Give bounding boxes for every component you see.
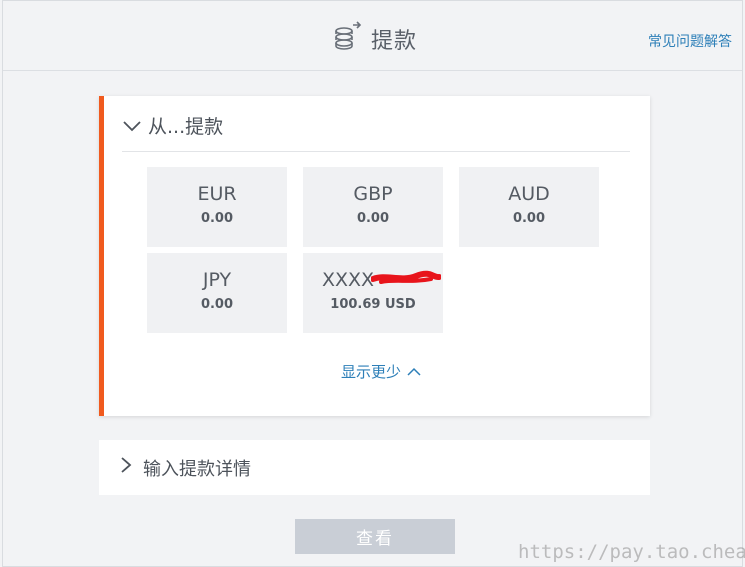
currency-tile-xxxx[interactable]: XXXX 100.69 USD xyxy=(303,253,443,333)
withdraw-from-title: 从...提款 xyxy=(148,116,224,138)
currency-tile-eur[interactable]: EUR 0.00 xyxy=(147,167,287,247)
currency-code: EUR xyxy=(197,183,237,205)
currency-code: AUD xyxy=(508,183,550,205)
currency-tile-gbp[interactable]: GBP 0.00 xyxy=(303,167,443,247)
page-title: 提款 xyxy=(333,21,418,57)
withdraw-from-panel: 从...提款 EUR 0.00 GBP 0.00 AUD 0.00 JPY 0.… xyxy=(99,96,650,416)
withdraw-page: 提款 常见问题解答 从...提款 EUR 0.00 GBP 0.00 AUD 0… xyxy=(2,0,745,567)
withdraw-from-toggle[interactable]: 从...提款 xyxy=(122,112,630,152)
view-button[interactable]: 查看 xyxy=(295,519,455,554)
chevron-down-icon xyxy=(122,112,142,141)
page-header: 提款 常见问题解答 xyxy=(3,1,742,71)
watermark-text: https://pay.tao.cheap/ xyxy=(518,541,745,563)
coins-stack-icon xyxy=(333,21,363,57)
currency-balance: 0.00 xyxy=(512,211,546,226)
chevron-right-icon xyxy=(119,456,133,479)
currency-balance: 0.00 xyxy=(356,211,390,226)
withdraw-details-label: 输入提款详情 xyxy=(143,458,251,480)
currency-balance: 0.00 xyxy=(200,297,234,312)
withdraw-details-toggle[interactable]: 输入提款详情 xyxy=(99,440,650,495)
chevron-up-icon xyxy=(407,363,421,381)
currency-code: GBP xyxy=(353,183,393,205)
currency-tile-jpy[interactable]: JPY 0.00 xyxy=(147,253,287,333)
currency-code: JPY xyxy=(202,269,232,291)
page-title-text: 提款 xyxy=(371,29,418,54)
currency-tile-aud[interactable]: AUD 0.00 xyxy=(459,167,599,247)
currency-balance: 0.00 xyxy=(200,211,234,226)
show-less-link[interactable]: 显示更少 xyxy=(341,361,421,382)
faq-link[interactable]: 常见问题解答 xyxy=(648,31,732,51)
show-less-label: 显示更少 xyxy=(341,363,402,381)
currency-balance: 100.69 USD xyxy=(330,297,416,312)
redaction-scribble xyxy=(371,270,441,284)
